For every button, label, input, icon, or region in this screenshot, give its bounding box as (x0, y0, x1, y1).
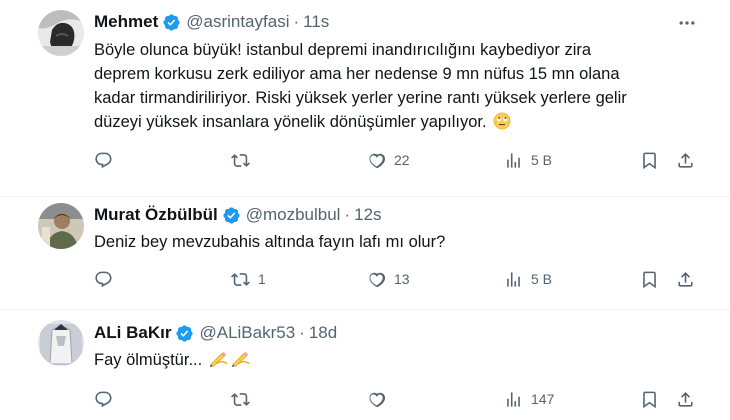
avatar[interactable] (38, 203, 84, 249)
bookmark-icon (643, 391, 656, 408)
username[interactable]: @ALiBakr53 (199, 323, 295, 343)
retweet-count: 1 (258, 271, 266, 287)
retweet-icon (231, 272, 250, 286)
tweet-header: Murat Özbülbül @mozbulbul · 12s (94, 204, 382, 226)
like-count: 22 (394, 152, 410, 168)
timestamp[interactable]: 18d (309, 323, 337, 343)
display-name[interactable]: Mehmet (94, 12, 158, 32)
rolling-eyes-face-emoji (493, 112, 511, 130)
separator-dot: · (344, 205, 351, 224)
share-button[interactable] (676, 387, 695, 411)
verified-badge-icon (222, 206, 241, 225)
reply-icon (95, 391, 112, 407)
verified-badge-icon (162, 13, 181, 32)
tweet[interactable]: Murat Özbülbül @mozbulbul · 12s Deniz be… (0, 197, 730, 309)
heart-icon (369, 272, 386, 287)
share-icon (678, 391, 693, 407)
views-button[interactable]: 5 B (504, 148, 552, 172)
timestamp[interactable]: 11s (303, 12, 329, 32)
views-icon (507, 271, 520, 287)
tweet[interactable]: Mehmet @asrintayfasi · 11s Böyle olunca … (0, 0, 730, 196)
tweet[interactable]: ALi BaKır @ALiBakr53 · 18d Fay ölmüştür.… (0, 310, 730, 420)
share-icon (678, 152, 693, 168)
more-icon[interactable] (676, 12, 698, 34)
action-bar: 22 5 B (0, 148, 730, 172)
verified-badge-icon (175, 324, 194, 343)
timestamp[interactable]: 12s (354, 205, 381, 225)
separator-dot: · (293, 12, 300, 31)
tweet-header: ALi BaKır @ALiBakr53 · 18d (94, 322, 337, 344)
avatar-image (38, 320, 84, 366)
action-bar: 147 (0, 387, 730, 411)
bookmark-button[interactable] (640, 148, 659, 172)
tweet-text-line: düzeyi yüksek insanlara yönelik dönüşüml… (94, 113, 487, 131)
reply-button[interactable] (94, 148, 121, 172)
retweet-icon (231, 392, 250, 406)
reply-icon (95, 271, 112, 287)
retweet-button[interactable] (231, 387, 258, 411)
like-button[interactable]: 13 (367, 267, 410, 291)
separator-dot: · (299, 323, 305, 342)
views-icon (507, 391, 520, 407)
bookmark-icon (643, 152, 656, 169)
avatar-image (38, 10, 84, 56)
writing-hand-emoji (231, 350, 251, 368)
avatar[interactable] (38, 10, 84, 56)
retweet-icon (231, 153, 250, 167)
share-icon (678, 271, 693, 287)
heart-icon (369, 392, 386, 407)
share-button[interactable] (676, 148, 695, 172)
avatar[interactable] (38, 320, 84, 366)
tweet-text-line-last: Fay ölmüştür... (94, 348, 704, 372)
display-name[interactable]: Murat Özbülbül (94, 205, 218, 225)
view-count: 147 (531, 391, 555, 407)
tweet-text-line: kadar tirmandiriliriyor. Riski yüksek ye… (94, 89, 627, 107)
tweet-text-line: Böyle olunca büyük! istanbul depremi ina… (94, 41, 592, 59)
avatar-image (38, 203, 84, 249)
retweet-button[interactable]: 1 (231, 267, 266, 291)
reply-icon (95, 152, 112, 168)
like-button[interactable]: 22 (367, 148, 410, 172)
tweet-text: Böyle olunca büyük! istanbul depremi ina… (94, 38, 704, 134)
heart-icon (369, 153, 386, 168)
display-name[interactable]: ALi BaKır (94, 323, 171, 343)
bookmark-icon (643, 271, 656, 288)
tweet-header: Mehmet @asrintayfasi · 11s (94, 11, 329, 33)
view-count: 5 B (531, 152, 553, 168)
like-button[interactable] (367, 387, 394, 411)
tweet-text-line: Deniz bey mevzubahis altında fayın lafı … (94, 233, 446, 251)
action-bar: 1 13 5 B (0, 267, 730, 291)
share-button[interactable] (676, 267, 695, 291)
tweet-text-line: deprem korkusu zerk ediliyor ama her ned… (94, 65, 620, 83)
username[interactable]: @asrintayfasi (186, 12, 289, 32)
writing-hand-emoji (209, 350, 229, 368)
like-count: 13 (394, 271, 410, 287)
views-button[interactable]: 147 (504, 387, 554, 411)
views-icon (507, 152, 520, 168)
view-count: 5 B (531, 271, 553, 287)
reply-button[interactable] (94, 267, 121, 291)
reply-button[interactable] (94, 387, 121, 411)
tweet-text: Deniz bey mevzubahis altında fayın lafı … (94, 230, 704, 254)
tweet-text-line-last: düzeyi yüksek insanlara yönelik dönüşüml… (94, 110, 704, 134)
username[interactable]: @mozbulbul (246, 205, 341, 225)
tweet-text-line: Fay ölmüştür... (94, 351, 203, 369)
bookmark-button[interactable] (640, 387, 659, 411)
bookmark-button[interactable] (640, 267, 659, 291)
tweet-text: Fay ölmüştür... (94, 348, 704, 372)
retweet-button[interactable] (231, 148, 258, 172)
views-button[interactable]: 5 B (504, 267, 552, 291)
